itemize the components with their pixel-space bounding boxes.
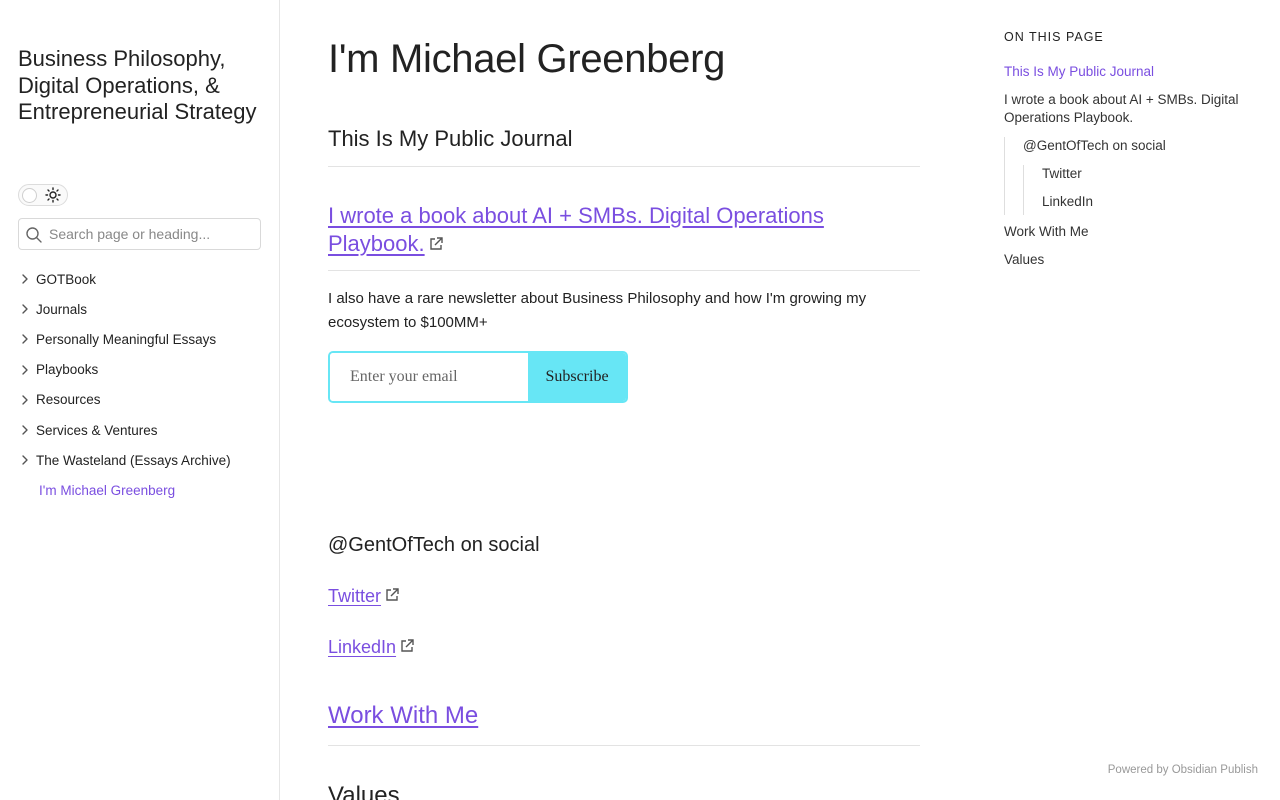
toc-item-work-with-me[interactable]: Work With Me <box>1004 223 1264 241</box>
chevron-right-icon[interactable] <box>18 272 32 286</box>
external-link-icon <box>386 588 399 601</box>
nav-item-gotbook[interactable]: GOTBook <box>18 264 268 294</box>
chevron-right-icon[interactable] <box>18 363 32 377</box>
heading-social: @GentOfTech on social <box>328 534 540 556</box>
chevron-right-icon[interactable] <box>18 393 32 407</box>
toc-item-social[interactable]: @GentOfTech on social <box>1023 137 1264 155</box>
nav-item-label: The Wasteland (Essays Archive) <box>36 452 231 468</box>
book-link[interactable]: I wrote a book about AI + SMBs. Digital … <box>328 203 824 256</box>
sun-icon <box>45 187 61 203</box>
heading-public-journal: This Is My Public Journal <box>328 126 920 167</box>
search-box[interactable] <box>18 218 261 250</box>
nav-item-playbooks[interactable]: Playbooks <box>18 355 268 385</box>
subscribe-button[interactable]: Subscribe <box>528 353 626 401</box>
toc-item-public-journal[interactable]: This Is My Public Journal <box>1004 63 1264 81</box>
nav-item-label: Services & Ventures <box>36 422 158 438</box>
site-title[interactable]: Business Philosophy, Digital Operations,… <box>18 46 258 126</box>
nav-item-essays[interactable]: Personally Meaningful Essays <box>18 324 268 354</box>
email-input[interactable] <box>330 353 528 401</box>
work-with-me-link[interactable]: Work With Me <box>328 702 478 729</box>
toc-item-values[interactable]: Values <box>1004 251 1264 269</box>
toc-item-linkedin[interactable]: LinkedIn <box>1042 193 1264 215</box>
book-link-label: I wrote a book about AI + SMBs. Digital … <box>328 203 824 256</box>
nav-item-resources[interactable]: Resources <box>18 385 268 415</box>
heading-work-with-me: Work With Me <box>328 702 920 746</box>
linkedin-row: LinkedIn <box>328 637 416 658</box>
twitter-row: Twitter <box>328 586 401 607</box>
nav-item-label: Personally Meaningful Essays <box>36 331 217 347</box>
toc-item-book[interactable]: I wrote a book about AI + SMBs. Digital … <box>1004 91 1264 127</box>
external-link-icon <box>429 237 443 250</box>
subscribe-form: Subscribe <box>328 351 628 403</box>
nav-item-wasteland[interactable]: The Wasteland (Essays Archive) <box>18 445 268 475</box>
powered-by-link[interactable]: Powered by Obsidian Publish <box>1108 764 1258 776</box>
chevron-right-icon[interactable] <box>18 332 32 346</box>
nav-item-current-page[interactable]: I'm Michael Greenberg <box>18 475 268 505</box>
twitter-link[interactable]: Twitter <box>328 586 381 606</box>
search-input[interactable] <box>49 223 255 245</box>
toggle-knob <box>22 188 37 203</box>
chevron-right-icon[interactable] <box>18 302 32 316</box>
nav-item-journals[interactable]: Journals <box>18 294 268 324</box>
page-title: I'm Michael Greenberg <box>328 37 726 81</box>
toc-nested-group: Twitter LinkedIn <box>1023 165 1264 215</box>
newsletter-text: I also have a rare newsletter about Busi… <box>328 290 867 331</box>
nav-item-label: Resources <box>36 392 101 408</box>
nav-item-label: Journals <box>36 301 88 317</box>
nav-item-services[interactable]: Services & Ventures <box>18 415 268 445</box>
nav-item-label: Playbooks <box>36 362 99 378</box>
left-sidebar: Business Philosophy, Digital Operations,… <box>0 0 280 800</box>
linkedin-link[interactable]: LinkedIn <box>328 637 396 657</box>
search-icon <box>26 227 42 243</box>
external-link-icon <box>401 639 414 652</box>
main-content: I'm Michael Greenberg This Is My Public … <box>328 0 920 800</box>
toc-heading: ON THIS PAGE <box>1004 30 1104 44</box>
heading-values: Values <box>328 782 400 800</box>
file-tree: GOTBook Journals Personally Meaningful E… <box>18 264 268 506</box>
heading-book: I wrote a book about AI + SMBs. Digital … <box>328 202 920 271</box>
toc-item-twitter[interactable]: Twitter <box>1042 165 1264 183</box>
chevron-right-icon[interactable] <box>18 453 32 467</box>
theme-toggle[interactable] <box>18 184 68 206</box>
table-of-contents: ON THIS PAGE This Is My Public Journal I… <box>1004 30 1264 269</box>
nav-item-label: GOTBook <box>36 271 97 287</box>
toc-nested-group: @GentOfTech on social Twitter LinkedIn <box>1004 137 1264 215</box>
chevron-right-icon[interactable] <box>18 423 32 437</box>
